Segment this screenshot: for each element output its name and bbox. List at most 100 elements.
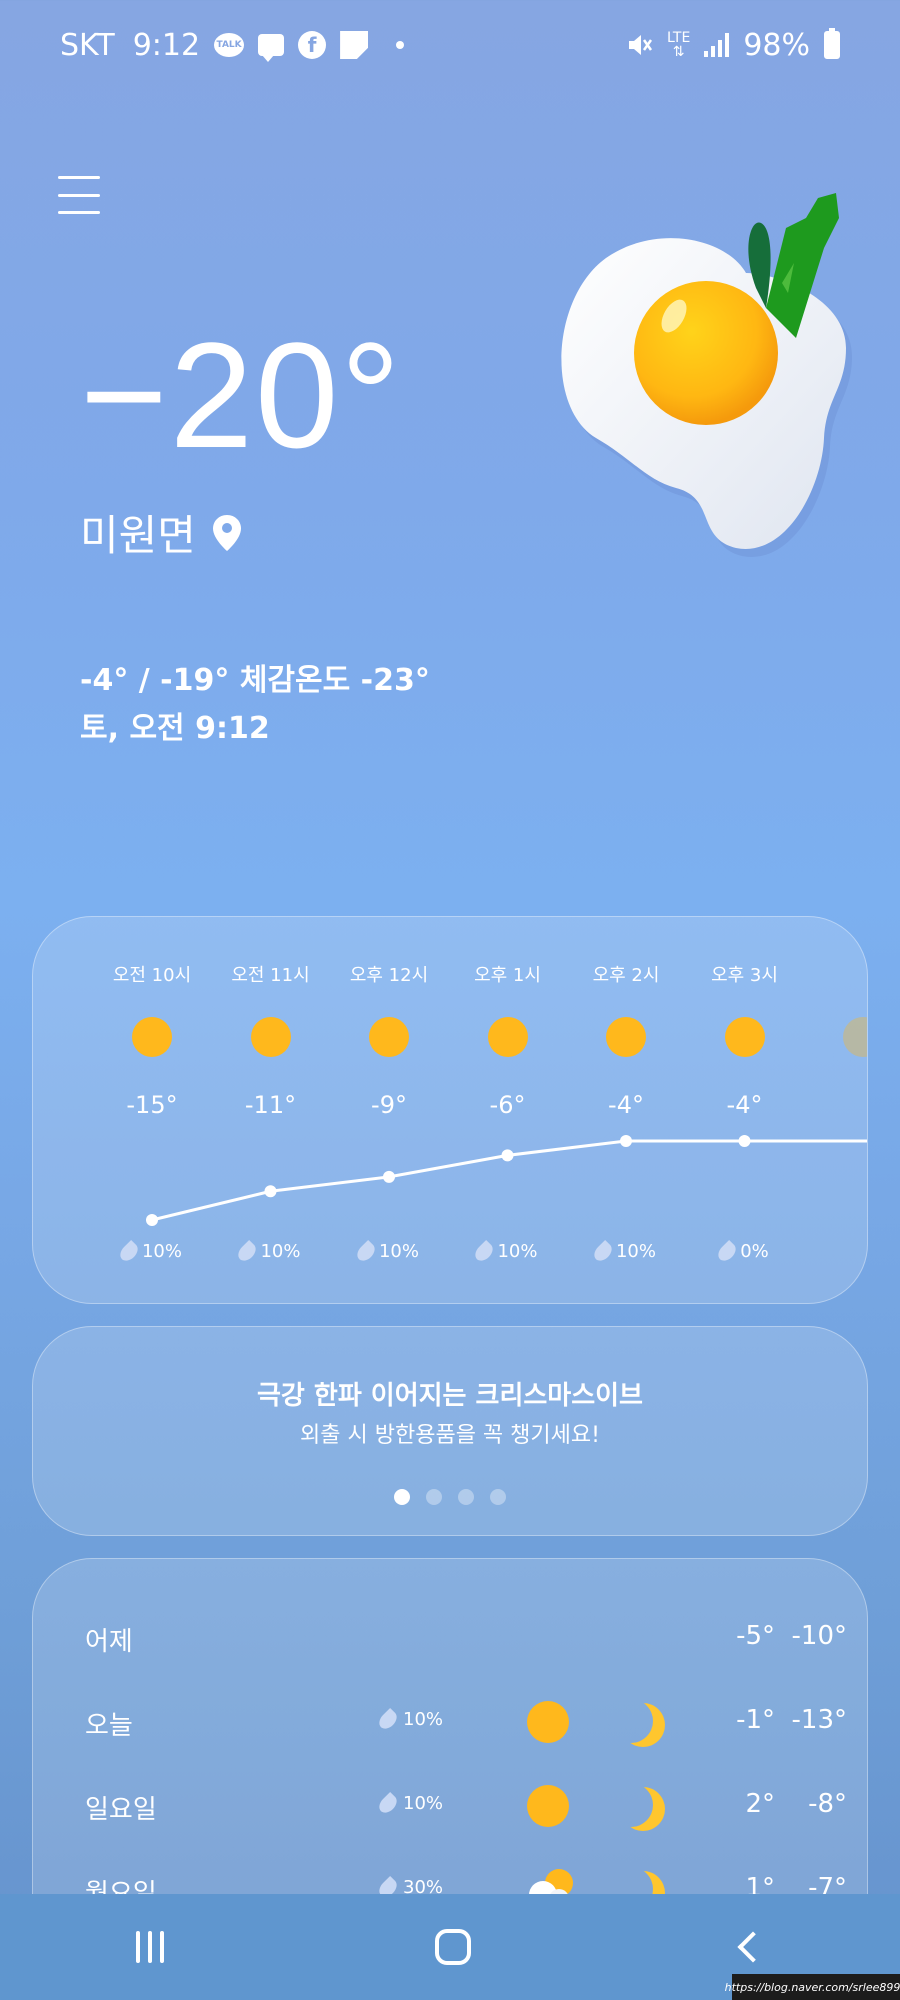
temperature-point bbox=[264, 1185, 277, 1198]
hour-precipitation: 10% bbox=[449, 1239, 567, 1264]
blog-watermark: https://blog.naver.com/srlee8991 bbox=[725, 1974, 900, 2000]
raindrop-icon bbox=[375, 1707, 401, 1732]
raindrop-icon bbox=[472, 1239, 497, 1264]
daily-row[interactable]: 어제 -5° -10° bbox=[33, 1609, 867, 1669]
day-high-temp: -5° bbox=[736, 1621, 775, 1651]
hour-precipitation: 10% bbox=[567, 1239, 685, 1264]
hour-precipitation: 0% bbox=[686, 1239, 804, 1264]
temperature-point bbox=[501, 1149, 514, 1162]
daily-row[interactable]: 일요일 10% 2° -8° bbox=[33, 1777, 867, 1837]
home-button[interactable] bbox=[434, 1929, 471, 1965]
carrier-label: SKT bbox=[60, 27, 115, 63]
sun-icon bbox=[132, 1017, 172, 1057]
day-high-temp: 2° bbox=[745, 1789, 775, 1819]
day-low-temp: -10° bbox=[791, 1621, 847, 1651]
hour-temperature: -4° bbox=[608, 1091, 644, 1119]
day-low-temp: -13° bbox=[791, 1705, 847, 1735]
hour-label: 오후 3시 bbox=[711, 965, 778, 986]
menu-button[interactable] bbox=[58, 176, 100, 214]
precip-value: 10% bbox=[141, 1241, 182, 1262]
hour-label: 오후 1시 bbox=[474, 965, 541, 986]
sun-icon bbox=[487, 1017, 528, 1057]
precip-value: 10% bbox=[615, 1241, 656, 1262]
lte-label: LTE bbox=[667, 30, 691, 46]
temperature-point bbox=[620, 1135, 632, 1147]
hour-precipitation: 10% bbox=[212, 1239, 330, 1264]
hour-precipitation: 10% bbox=[93, 1239, 211, 1264]
temperature-line bbox=[151, 1139, 867, 1222]
alert-subtitle: 외출 시 방한용품을 꼭 챙기세요! bbox=[300, 1423, 600, 1448]
carousel-dot[interactable] bbox=[426, 1489, 442, 1505]
precip-value: 0% bbox=[740, 1241, 769, 1262]
status-bar: SKT 9:12 TALK f LTE ⇅ 98% bbox=[0, 0, 900, 90]
hour-label: 오후 2시 bbox=[592, 965, 660, 986]
lte-arrows: ⇅ bbox=[672, 44, 685, 60]
sun-icon bbox=[250, 1017, 291, 1057]
hour-temperature: -9° bbox=[371, 1091, 407, 1119]
recent-apps-button[interactable] bbox=[135, 1931, 164, 1963]
carousel-dot[interactable] bbox=[458, 1489, 474, 1505]
clock: 9:12 bbox=[132, 27, 201, 63]
moon-icon bbox=[609, 1783, 653, 1827]
raindrop-icon bbox=[353, 1239, 379, 1264]
signal-icon bbox=[704, 33, 730, 57]
moon-icon bbox=[609, 1699, 653, 1743]
lte-icon: LTE ⇅ bbox=[667, 31, 690, 59]
hour-temperature: -11° bbox=[244, 1091, 297, 1119]
back-button[interactable] bbox=[737, 1931, 769, 1963]
location-pin-icon bbox=[212, 514, 241, 551]
sun-icon bbox=[527, 1701, 569, 1743]
day-high-temp: -1° bbox=[736, 1705, 775, 1735]
location-row[interactable]: 미원면 bbox=[80, 502, 244, 563]
precip-value: 10% bbox=[378, 1241, 419, 1262]
hi-lo-feels-like: -4° / -19° 체감온도 -23° bbox=[80, 663, 430, 698]
precip-value: 10% bbox=[403, 1793, 444, 1814]
hour-label: 오전 10시 bbox=[112, 965, 192, 986]
hour-label: 오전 11시 bbox=[231, 965, 310, 986]
temperature-point bbox=[738, 1135, 751, 1147]
carousel-dots[interactable] bbox=[33, 1489, 867, 1505]
message-icon bbox=[258, 34, 285, 62]
hourly-forecast-card[interactable]: 오전 10시 -15° 10% 오전 11시 -11° 10% 오후 12시 -9° 10% 오후… bbox=[32, 916, 868, 1304]
menu-line bbox=[58, 176, 100, 179]
raindrop-icon bbox=[715, 1239, 740, 1264]
day-precipitation: 10% bbox=[375, 1707, 444, 1732]
sun-icon bbox=[724, 1017, 765, 1057]
mute-icon bbox=[629, 35, 653, 55]
day-name: 오늘 bbox=[85, 1711, 133, 1741]
location-name: 미원면 bbox=[80, 511, 196, 560]
battery-percent: 98% bbox=[743, 27, 810, 63]
status-bar-left: SKT 9:12 TALK f bbox=[60, 27, 405, 63]
hour-label: 오후 12시 bbox=[349, 965, 429, 986]
sun-icon bbox=[843, 1017, 867, 1057]
fried-egg-weather-illustration bbox=[561, 193, 852, 557]
notification-dot-icon bbox=[396, 41, 405, 49]
battery-icon bbox=[824, 28, 840, 59]
current-datetime: 토, 오전 9:12 bbox=[80, 711, 270, 746]
precip-value: 10% bbox=[497, 1241, 538, 1262]
day-low-temp: -8° bbox=[808, 1789, 847, 1819]
temperature-point bbox=[146, 1214, 158, 1226]
carousel-dot[interactable] bbox=[490, 1489, 506, 1505]
raindrop-icon bbox=[235, 1239, 260, 1264]
raindrop-icon bbox=[116, 1239, 142, 1264]
facebook-icon: f bbox=[298, 31, 327, 59]
note-icon bbox=[340, 31, 369, 59]
hour-temperature: -4° bbox=[726, 1091, 763, 1119]
precip-value: 10% bbox=[403, 1709, 444, 1730]
hour-temperature: -6° bbox=[489, 1091, 526, 1119]
temperature-point bbox=[383, 1170, 395, 1183]
sun-icon bbox=[369, 1017, 409, 1057]
menu-line bbox=[58, 193, 100, 197]
weather-alert-card[interactable]: 극강 한파 이어지는 크리스마스이브 외출 시 방한용품을 꼭 챙기세요! bbox=[32, 1326, 868, 1536]
menu-line bbox=[58, 211, 100, 214]
sun-icon bbox=[606, 1017, 646, 1057]
raindrop-icon bbox=[375, 1791, 401, 1816]
raindrop-icon bbox=[590, 1239, 616, 1264]
carousel-dot[interactable] bbox=[394, 1489, 410, 1505]
hour-temperature: -15° bbox=[126, 1091, 178, 1119]
daily-row[interactable]: 오늘 10% -1° -13° bbox=[33, 1693, 867, 1753]
day-precipitation: 10% bbox=[375, 1791, 444, 1816]
precip-value: 10% bbox=[260, 1241, 301, 1262]
day-name: 일요일 bbox=[85, 1795, 157, 1825]
